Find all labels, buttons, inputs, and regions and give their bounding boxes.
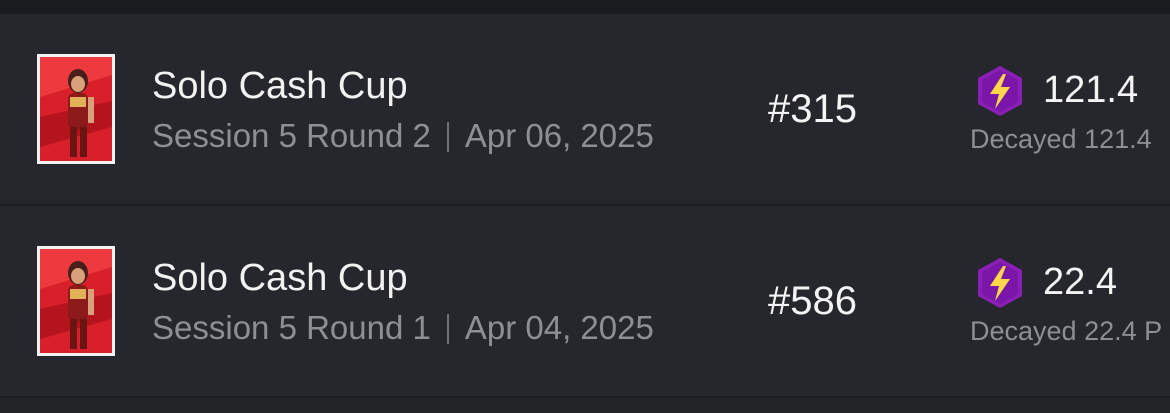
bottom-edge [0, 398, 1170, 413]
event-subtitle: Session 5 Round 1 Apr 04, 2025 [152, 308, 654, 348]
lightning-hexagon-icon [978, 66, 1022, 116]
points-value: 121.4 [1043, 69, 1139, 111]
separator [446, 122, 449, 152]
placement-rank: #315 [768, 87, 857, 131]
tournament-row[interactable]: Solo Cash Cup Session 5 Round 1 Apr 04, 2… [0, 206, 1170, 396]
decayed-points: Decayed 22.4 P [970, 316, 1163, 346]
event-title: Solo Cash Cup [152, 65, 408, 107]
event-thumbnail [37, 54, 115, 164]
event-title: Solo Cash Cup [152, 257, 408, 299]
decayed-points: Decayed 121.4 [970, 124, 1152, 154]
top-edge [0, 0, 1170, 12]
event-date: Apr 06, 2025 [464, 117, 654, 154]
points-value: 22.4 [1043, 261, 1117, 303]
event-thumbnail [37, 246, 115, 356]
placement-rank: #586 [768, 279, 857, 323]
event-date: Apr 04, 2025 [464, 309, 654, 346]
lightning-hexagon-icon [978, 258, 1022, 308]
separator [446, 314, 449, 344]
tournament-row[interactable]: Solo Cash Cup Session 5 Round 2 Apr 06, 2… [0, 14, 1170, 204]
event-subtitle: Session 5 Round 2 Apr 06, 2025 [152, 116, 654, 156]
character-art-icon [40, 249, 112, 353]
tournament-history-list: Solo Cash Cup Session 5 Round 2 Apr 06, 2… [0, 0, 1170, 413]
session-round: Session 5 Round 1 [152, 309, 431, 346]
session-round: Session 5 Round 2 [152, 117, 431, 154]
character-art-icon [40, 57, 112, 161]
